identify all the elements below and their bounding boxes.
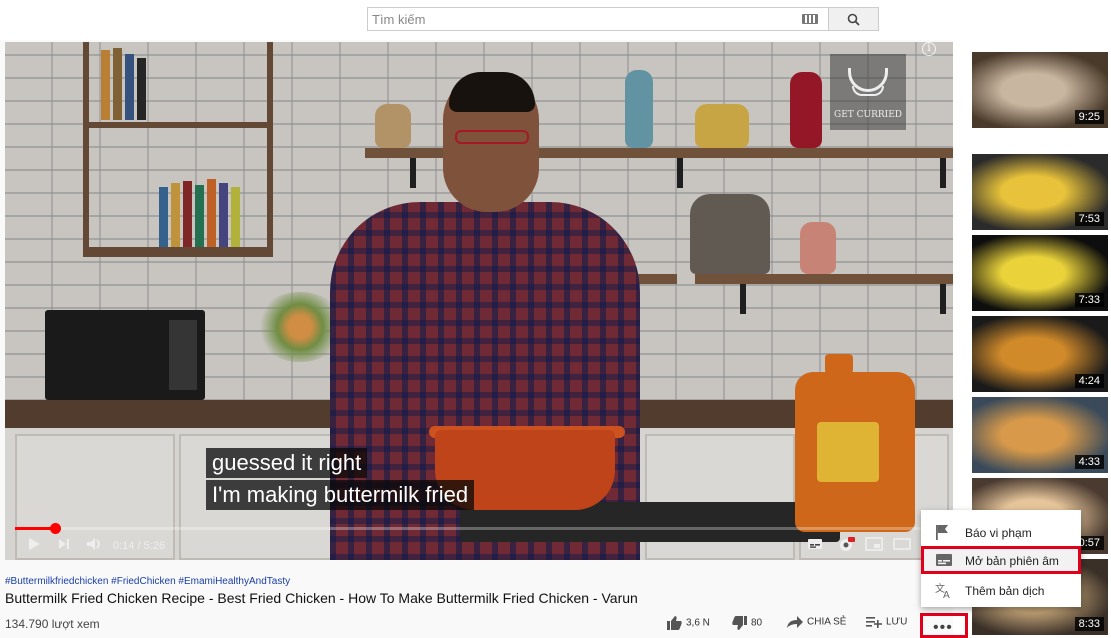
share-button[interactable]: CHIA SẺ [787,616,846,628]
menu-item-label: Báo vi phạm [965,526,1032,540]
more-horizontal-icon: ••• [933,619,953,636]
view-count: 134.790 lượt xem [5,617,100,631]
transcript-icon [936,554,952,566]
progress-played [15,527,55,530]
settings-icon[interactable] [837,536,855,554]
menu-item-report[interactable]: Báo vi phạm [921,518,1081,546]
video-duration: 7:53 [1074,212,1104,226]
video-duration: 4:24 [1074,374,1104,388]
video-duration: 9:25 [1074,110,1104,124]
related-video-thumbnail[interactable]: 7:53 [972,154,1108,230]
volume-icon[interactable] [85,536,103,552]
share-icon [787,616,803,628]
search-input[interactable] [372,10,792,28]
thumbs-up-icon [667,616,682,630]
search-box [367,7,829,31]
video-player[interactable]: GET CURRIED i guessed it right I'm makin… [5,42,953,560]
theater-mode-icon[interactable] [893,536,911,552]
menu-item-label: Mở bản phiên âm [965,554,1059,568]
video-duration: 4:33 [1074,455,1104,469]
captions-icon[interactable] [807,536,823,552]
related-video-thumbnail[interactable]: 4:33 [972,397,1108,473]
menu-item-add-translation[interactable]: 文A Thêm bản dịch [921,576,1081,604]
more-actions-button[interactable]: ••• [920,613,968,638]
time-display: 0:14 / 5:26 [113,540,165,552]
menu-item-open-transcript[interactable]: Mở bản phiên âm [921,546,1081,574]
next-icon[interactable] [57,536,71,552]
keyboard-icon[interactable] [802,14,818,24]
like-button[interactable]: 3,6 N [667,616,710,630]
related-video-thumbnail[interactable]: 9:25 [972,52,1108,128]
subtitle-line: I'm making buttermilk fried [206,480,475,510]
hashtags-link[interactable]: #Buttermilkfriedchicken #FriedChicken #E… [5,576,290,587]
top-bar [0,0,1111,40]
search-button[interactable] [829,7,879,31]
subtitles: guessed it right I'm making buttermilk f… [206,448,475,510]
flag-icon [936,525,948,540]
like-count: 3,6 N [686,617,710,629]
share-label: CHIA SẺ [807,616,847,628]
add-to-playlist-icon [866,617,882,628]
miniplayer-icon[interactable] [865,536,883,552]
video-duration: 8:33 [1074,617,1104,631]
progress-bar[interactable] [15,523,943,534]
subtitle-line: guessed it right [206,448,368,478]
dislike-button[interactable]: 80 [732,616,762,630]
save-button[interactable]: LƯU [866,616,907,628]
video-duration: 7:33 [1074,293,1104,307]
more-actions-menu: Báo vi phạm Mở bản phiên âm 文A Thêm bản … [921,510,1081,607]
search-icon [847,13,860,26]
translate-icon: 文A [935,582,950,598]
menu-item-label: Thêm bản dịch [965,584,1045,598]
info-icon[interactable]: i [922,42,936,56]
play-icon[interactable] [27,536,41,552]
video-frame [5,42,953,560]
related-video-thumbnail[interactable]: 7:33 [972,235,1108,311]
video-title: Buttermilk Fried Chicken Recipe - Best F… [5,590,638,606]
dislike-count: 80 [751,617,763,629]
related-video-thumbnail[interactable]: 4:24 [972,316,1108,392]
svg-text:A: A [943,590,950,598]
channel-watermark[interactable]: GET CURRIED [830,54,906,130]
channel-logo-text: GET CURRIED [834,110,902,120]
player-controls: 0:14 / 5:26 [5,532,953,560]
save-label: LƯU [886,616,908,628]
thumbs-down-icon [732,616,747,630]
